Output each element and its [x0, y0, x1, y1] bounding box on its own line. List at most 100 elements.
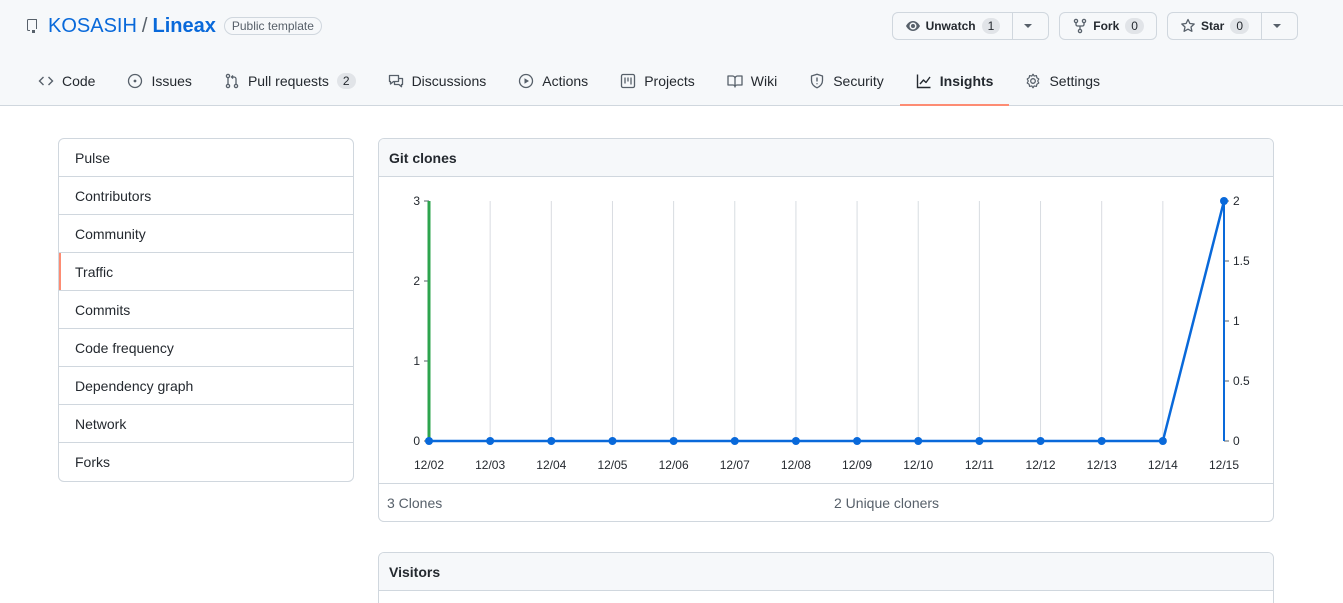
menu-item-traffic[interactable]: Traffic	[59, 253, 353, 291]
x-tick-label: 12/12	[1026, 458, 1056, 472]
unique-cloners-point	[425, 437, 433, 445]
star-button-group: Star 0	[1166, 12, 1298, 40]
tab-insights[interactable]: Insights	[899, 58, 1010, 106]
x-tick-label: 12/04	[536, 458, 566, 472]
y-left-tick-label: 2	[413, 274, 420, 288]
y-left-tick-label: 1	[413, 354, 420, 368]
repo-actions: Unwatch 1 Fork 0 Star 0	[891, 12, 1298, 40]
tab-label: Discussions	[411, 73, 487, 89]
star-icon	[1181, 18, 1195, 32]
unique-cloners-point	[1036, 437, 1045, 445]
y-right-tick-label: 1	[1233, 314, 1240, 328]
fork-segment: Fork 0	[1060, 13, 1156, 39]
repo-owner-link[interactable]: KOSASIH	[48, 15, 137, 38]
tab-wiki[interactable]: Wiki	[711, 58, 793, 104]
watch-button-group: Unwatch 1	[891, 12, 1050, 40]
tab-label: Pull requests	[247, 73, 329, 89]
clones-chart: 0 1 2 3 0 0.5 1 1.5 2 12/02 12/03 12/04 12/05 12/06 12…	[413, 194, 1250, 472]
tab-code[interactable]: Code	[22, 58, 111, 104]
tab-label: Issues	[151, 73, 192, 89]
star-count: 0	[1230, 18, 1249, 34]
x-tick-label: 12/06	[659, 458, 689, 472]
eye-icon	[905, 21, 920, 31]
gear-icon	[1027, 73, 1040, 89]
y-right-tick-label: 1.5	[1233, 254, 1250, 268]
project-icon	[621, 73, 636, 89]
x-tick-label: 12/03	[475, 458, 505, 472]
discussion-icon	[388, 74, 403, 88]
star-dropdown-button[interactable]	[1261, 13, 1297, 39]
unique-cloners-point	[608, 437, 617, 445]
x-tick-label: 12/14	[1148, 458, 1178, 472]
repo-name-link[interactable]: Lineax	[152, 15, 215, 38]
tab-label: Insights	[939, 73, 994, 89]
unique-cloners-point	[975, 437, 984, 445]
unique-cloners-point	[730, 437, 739, 445]
unique-cloners-point	[1220, 197, 1228, 205]
shield-icon	[811, 73, 824, 89]
unique-cloners-point	[547, 437, 556, 445]
insights-menu: Pulse Contributors Community Traffic Com…	[58, 138, 354, 482]
menu-item-commits[interactable]: Commits	[59, 291, 353, 329]
star-label: Star	[1200, 19, 1225, 33]
x-tick-label: 12/07	[720, 458, 750, 472]
star-button[interactable]: Star 0	[1168, 13, 1261, 39]
x-tick-label: 12/13	[1087, 458, 1117, 472]
menu-item-forks[interactable]: Forks	[59, 443, 353, 481]
x-tick-label: 12/05	[597, 458, 627, 472]
tab-label: Projects	[644, 73, 695, 89]
y-right-tick-label: 0.5	[1233, 374, 1250, 388]
code-icon	[38, 76, 54, 86]
fork-count: 0	[1125, 18, 1144, 34]
unwatch-button[interactable]: Unwatch 1	[893, 13, 1013, 39]
unique-cloners-line	[429, 200, 1226, 443]
tab-label: Code	[62, 73, 96, 89]
unique-cloners: 2 Unique cloners	[834, 495, 940, 511]
unique-cloners-point	[669, 437, 678, 445]
tab-projects[interactable]: Projects	[604, 58, 711, 104]
watch-dropdown-button[interactable]	[1012, 13, 1048, 39]
pull-request-icon	[225, 73, 239, 89]
total-clones: 3 Clones	[387, 495, 443, 511]
x-tick-label: 12/10	[903, 458, 933, 472]
menu-item-code-frequency[interactable]: Code frequency	[59, 329, 353, 367]
y-left-tick-label: 3	[413, 194, 420, 208]
menu-item-network[interactable]: Network	[59, 405, 353, 443]
repo-template-icon	[24, 18, 40, 34]
play-icon	[519, 73, 534, 89]
menu-item-pulse[interactable]: Pulse	[59, 139, 353, 177]
y-right-tick-label: 0	[1233, 434, 1240, 448]
unwatch-label: Unwatch	[925, 19, 976, 33]
path-separator: /	[141, 14, 148, 37]
visitors-box: Visitors	[378, 552, 1274, 603]
tab-discussions[interactable]: Discussions	[372, 58, 503, 104]
pull-requests-count: 2	[336, 73, 356, 89]
menu-item-dependency-graph[interactable]: Dependency graph	[59, 367, 353, 405]
visibility-badge: Public template	[223, 17, 322, 35]
watch-count: 1	[981, 18, 1001, 34]
fork-button[interactable]: Fork 0	[1059, 12, 1157, 40]
tab-security[interactable]: Security	[793, 58, 900, 104]
tab-issues[interactable]: Issues	[111, 58, 207, 104]
tab-pull-requests[interactable]: Pull requests 2	[208, 58, 372, 104]
x-tick-label: 12/02	[414, 458, 444, 472]
repo-header: KOSASIH / Lineax Public template Unwatch…	[0, 0, 1343, 106]
repo-title: KOSASIH / Lineax Public template	[24, 14, 322, 38]
x-tick-label: 12/09	[842, 458, 872, 472]
unique-cloners-point	[791, 437, 800, 445]
tab-settings[interactable]: Settings	[1009, 58, 1116, 104]
tab-actions[interactable]: Actions	[502, 58, 604, 104]
caret-down-icon	[1024, 24, 1033, 28]
book-icon	[727, 75, 743, 88]
unique-cloners-point	[1097, 437, 1106, 445]
issue-icon	[128, 73, 143, 89]
unique-cloners-point	[853, 437, 862, 445]
menu-item-community[interactable]: Community	[59, 215, 353, 253]
x-tick-label: 12/08	[781, 458, 811, 472]
x-tick-label: 12/15	[1209, 458, 1239, 472]
menu-item-contributors[interactable]: Contributors	[59, 177, 353, 215]
x-tick-label: 12/11	[965, 458, 994, 472]
fork-icon	[1074, 18, 1087, 34]
unique-cloners-point	[1158, 437, 1167, 445]
unique-cloners-point	[914, 437, 923, 445]
